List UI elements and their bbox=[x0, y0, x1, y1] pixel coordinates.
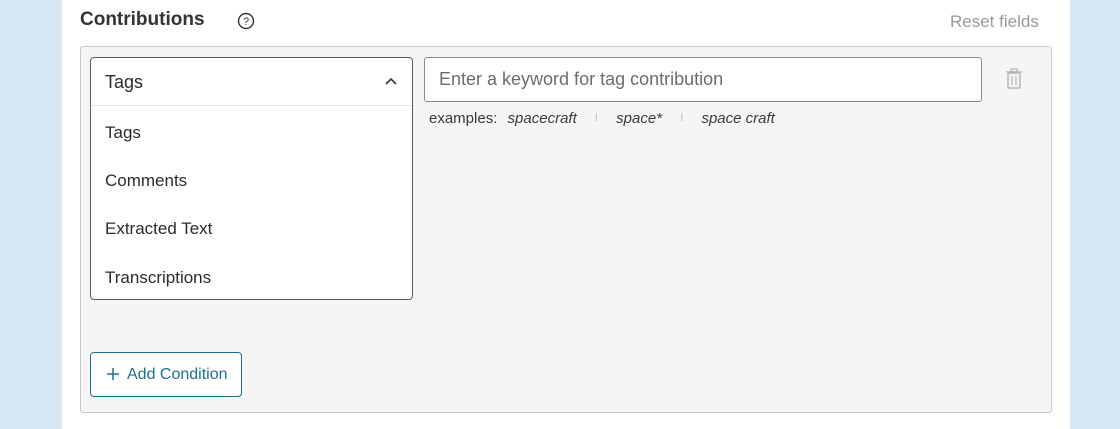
keyword-examples: examples: spacecraft I space* I space cr… bbox=[429, 110, 775, 127]
option-extracted-text[interactable]: Extracted Text bbox=[91, 207, 412, 251]
add-condition-label: Add Condition bbox=[127, 366, 228, 383]
option-label: Tags bbox=[105, 123, 141, 142]
add-condition-button[interactable]: Add Condition bbox=[90, 352, 242, 397]
plus-icon bbox=[107, 368, 119, 380]
field-select-dropdown[interactable]: Tags Tags Comments Extracted Text Transc… bbox=[90, 57, 413, 300]
option-label: Comments bbox=[105, 171, 188, 190]
chevron-up-icon bbox=[385, 77, 397, 85]
option-label: Transcriptions bbox=[105, 268, 212, 287]
example-space-wildcard[interactable]: space* bbox=[616, 110, 662, 127]
reset-fields-link[interactable]: Reset fields bbox=[950, 12, 1039, 32]
help-icon[interactable]: ? bbox=[237, 12, 255, 30]
svg-text:?: ? bbox=[243, 16, 249, 28]
examples-label: examples: bbox=[429, 110, 498, 127]
example-separator: I bbox=[680, 112, 684, 124]
section-title: Contributions bbox=[80, 9, 205, 30]
example-spacecraft[interactable]: spacecraft bbox=[508, 110, 577, 127]
example-separator: I bbox=[594, 112, 598, 124]
field-select-value: Tags bbox=[105, 72, 144, 92]
keyword-input[interactable] bbox=[424, 57, 982, 102]
trash-icon[interactable] bbox=[1004, 68, 1024, 90]
option-tags[interactable]: Tags bbox=[91, 111, 412, 155]
option-label: Extracted Text bbox=[105, 219, 213, 238]
option-comments[interactable]: Comments bbox=[91, 159, 412, 203]
option-transcriptions[interactable]: Transcriptions bbox=[91, 256, 412, 300]
field-select-trigger[interactable]: Tags bbox=[91, 58, 412, 106]
example-space-craft[interactable]: space craft bbox=[701, 110, 774, 127]
